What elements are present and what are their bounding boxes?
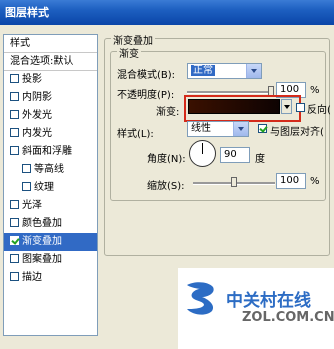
style-item[interactable]: 内阴影 <box>4 89 97 107</box>
style-item[interactable]: 外发光 <box>4 107 97 125</box>
opacity-unit: % <box>310 85 320 96</box>
style-item-label: 描边 <box>22 272 42 283</box>
scale-label: 缩放(S): <box>147 181 185 192</box>
chevron-down-icon <box>233 122 248 136</box>
angle-input[interactable]: 90 <box>220 147 250 163</box>
chevron-down-icon <box>246 64 261 78</box>
zol-logo-icon <box>187 282 214 315</box>
style-item-label: 纹理 <box>34 182 54 193</box>
style-items: 投影内阴影外发光内发光斜面和浮雕等高线纹理光泽颜色叠加渐变叠加图案叠加描边 <box>4 71 97 287</box>
style-item-label: 内发光 <box>22 128 52 139</box>
style-item-checkbox[interactable] <box>10 200 19 209</box>
scale-slider-thumb[interactable] <box>231 177 237 187</box>
gradient-label: 渐变: <box>156 107 180 118</box>
style-item-label: 图案叠加 <box>22 254 62 265</box>
scale-input[interactable]: 100 <box>276 173 306 189</box>
align-with-layer-label: 与图层对齐( <box>270 127 324 138</box>
style-item-checkbox[interactable] <box>22 182 31 191</box>
style-item[interactable]: 投影 <box>4 71 97 89</box>
style-item[interactable]: 渐变叠加 <box>4 233 97 251</box>
scale-unit: % <box>310 176 320 187</box>
style-item[interactable]: 斜面和浮雕 <box>4 143 97 161</box>
style-item-checkbox[interactable] <box>10 110 19 119</box>
reverse-label: 反向( <box>307 105 331 116</box>
blend-mode-label: 混合模式(B): <box>117 70 176 81</box>
style-item-label: 颜色叠加 <box>22 218 62 229</box>
style-item[interactable]: 描边 <box>4 269 97 287</box>
blend-mode-select[interactable]: 正常 <box>187 63 262 79</box>
reverse-checkbox[interactable] <box>296 103 305 112</box>
style-item-checkbox[interactable] <box>10 146 19 155</box>
style-item[interactable]: 光泽 <box>4 197 97 215</box>
watermark-en-text: ZOL.COM.CN <box>242 310 334 325</box>
style-item[interactable]: 颜色叠加 <box>4 215 97 233</box>
style-item-checkbox[interactable] <box>10 218 19 227</box>
style-select[interactable]: 线性 <box>187 121 249 137</box>
styles-header[interactable]: 样式 <box>4 35 97 53</box>
angle-label: 角度(N): <box>147 154 186 165</box>
style-item-checkbox[interactable] <box>10 272 19 281</box>
style-item-label: 渐变叠加 <box>22 236 62 247</box>
gradient-subgroup-title: 渐变 <box>117 45 141 60</box>
style-item-label: 斜面和浮雕 <box>22 146 72 157</box>
watermark-cn-text: 中关村在线 <box>226 291 311 311</box>
angle-unit: 度 <box>255 154 265 165</box>
watermark: 中关村在线 ZOL.COM.CN <box>178 268 334 349</box>
style-item-label: 外发光 <box>22 110 52 121</box>
style-item-label: 内阴影 <box>22 92 52 103</box>
style-item-label: 等高线 <box>34 164 64 175</box>
style-item-checkbox[interactable] <box>10 254 19 263</box>
opacity-slider[interactable] <box>187 91 271 94</box>
align-with-layer-checkbox[interactable] <box>258 124 267 133</box>
opacity-label: 不透明度(P): <box>117 90 175 101</box>
style-item-label: 光泽 <box>22 200 42 211</box>
window-title: 图层样式 <box>5 6 49 19</box>
style-item[interactable]: 等高线 <box>4 161 97 179</box>
style-item-checkbox[interactable] <box>10 74 19 83</box>
style-item-label: 投影 <box>22 74 42 85</box>
style-item-checkbox[interactable] <box>10 236 19 245</box>
title-bar: 图层样式 <box>0 0 334 25</box>
gradient-dropdown-button[interactable] <box>281 99 292 114</box>
style-item-checkbox[interactable] <box>10 128 19 137</box>
angle-dial[interactable] <box>189 140 216 167</box>
style-item[interactable]: 内发光 <box>4 125 97 143</box>
style-label: 样式(L): <box>117 129 154 140</box>
gradient-swatch[interactable] <box>188 99 280 114</box>
style-item-checkbox[interactable] <box>10 92 19 101</box>
style-item[interactable]: 图案叠加 <box>4 251 97 269</box>
style-item-checkbox[interactable] <box>22 164 31 173</box>
style-item[interactable]: 纹理 <box>4 179 97 197</box>
blend-options-item[interactable]: 混合选项:默认 <box>4 53 97 71</box>
styles-list: 样式 混合选项:默认 投影内阴影外发光内发光斜面和浮雕等高线纹理光泽颜色叠加渐变… <box>3 34 98 336</box>
